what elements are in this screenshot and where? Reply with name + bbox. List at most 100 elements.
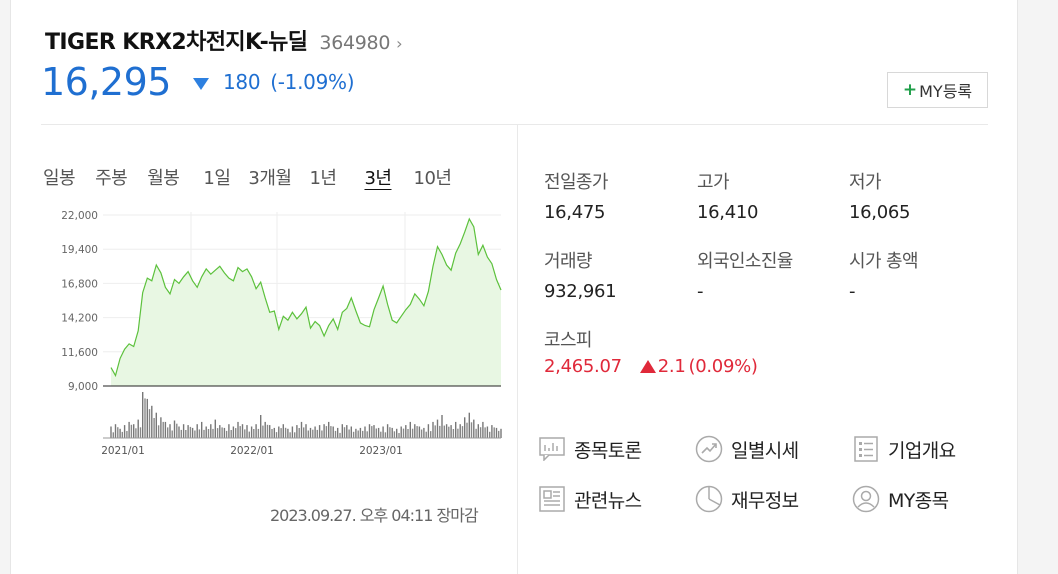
tab-monthly[interactable]: 월봉 bbox=[147, 164, 180, 190]
volume-bar bbox=[171, 430, 173, 438]
stat-low: 저가 16,065 bbox=[849, 168, 910, 223]
volume-bar bbox=[498, 430, 500, 438]
volume-bar bbox=[341, 424, 343, 438]
volume-bar bbox=[248, 431, 250, 438]
column-divider bbox=[517, 125, 518, 574]
volume-bar bbox=[459, 424, 461, 438]
volume-bar bbox=[434, 425, 436, 438]
finance-link[interactable]: 재무정보 bbox=[695, 485, 799, 513]
y-tick-label: 9,000 bbox=[68, 381, 98, 393]
my-stock-label: MY종목 bbox=[888, 489, 949, 512]
volume-bar bbox=[185, 430, 187, 438]
volume-bar bbox=[436, 419, 439, 438]
chevron-right-icon[interactable]: › bbox=[396, 34, 402, 53]
volume-bar bbox=[155, 412, 157, 438]
volume-bar bbox=[210, 424, 212, 438]
up-arrow-icon bbox=[639, 360, 656, 373]
stock-name[interactable]: TIGER KRX2차전지K-뉴딜 bbox=[45, 24, 308, 56]
volume-bar bbox=[203, 429, 205, 438]
volume-bar bbox=[176, 423, 178, 438]
volume-bar bbox=[260, 415, 262, 438]
stat-market-cap: 시가 총액 - bbox=[849, 247, 919, 302]
tab-1year[interactable]: 1년 bbox=[309, 164, 337, 190]
tab-1day[interactable]: 1일 bbox=[203, 164, 231, 190]
volume-bar bbox=[452, 429, 455, 438]
volume-bar bbox=[414, 424, 416, 438]
y-tick-label: 19,400 bbox=[61, 244, 98, 256]
stat-value: 932,961 bbox=[544, 281, 617, 302]
stat-value: 16,475 bbox=[544, 202, 606, 223]
kospi-values: 2,465.07 2.1 (0.09%) bbox=[544, 356, 758, 377]
volume-bar bbox=[239, 426, 241, 438]
volume-bar bbox=[264, 421, 266, 438]
volume-bar bbox=[235, 428, 237, 438]
volume-bar bbox=[366, 431, 368, 438]
volume-bar bbox=[230, 430, 232, 438]
volume-bar bbox=[486, 426, 489, 438]
daily-price-link[interactable]: 일별시세 bbox=[695, 435, 799, 463]
volume-bar bbox=[337, 427, 339, 438]
my-register-label: MY등록 bbox=[919, 82, 973, 101]
down-arrow-icon bbox=[192, 78, 209, 90]
volume-bar bbox=[448, 426, 450, 438]
volume-bar bbox=[271, 429, 273, 438]
stat-value: - bbox=[697, 281, 704, 302]
finance-label: 재무정보 bbox=[731, 489, 799, 512]
volume-bar bbox=[396, 428, 398, 438]
volume-bar bbox=[427, 424, 430, 438]
volume-bar bbox=[146, 398, 148, 438]
volume-bar bbox=[225, 430, 228, 438]
related-news-link[interactable]: 관련뉴스 bbox=[538, 485, 642, 513]
volume-bar bbox=[357, 430, 359, 438]
pie-icon bbox=[695, 485, 723, 513]
volume-bar bbox=[237, 421, 239, 438]
company-overview-link[interactable]: 기업개요 bbox=[852, 435, 956, 463]
volume-bar bbox=[398, 433, 400, 438]
volume-bar bbox=[255, 424, 257, 438]
volume-bar bbox=[343, 427, 346, 438]
volume-bar bbox=[169, 424, 171, 438]
volume-bar bbox=[289, 432, 291, 438]
tab-3months[interactable]: 3개월 bbox=[248, 164, 292, 190]
tab-daily[interactable]: 일봉 bbox=[43, 164, 76, 190]
volume-bar bbox=[112, 432, 114, 439]
volume-bar bbox=[443, 425, 445, 438]
stat-value: 16,410 bbox=[697, 202, 759, 223]
chart-trend-icon bbox=[695, 435, 723, 463]
tab-3years[interactable]: 3년 bbox=[364, 164, 392, 190]
stat-label: 시가 총액 bbox=[849, 251, 919, 272]
volume-bar bbox=[439, 425, 441, 438]
header-divider bbox=[41, 124, 988, 125]
my-register-button[interactable]: + MY등록 bbox=[887, 72, 988, 108]
volume-bar bbox=[493, 427, 495, 438]
stat-kospi[interactable]: 코스피 bbox=[544, 326, 592, 352]
volume-bar bbox=[187, 425, 189, 438]
volume-bar bbox=[241, 424, 244, 438]
tab-weekly[interactable]: 주봉 bbox=[95, 164, 128, 190]
volume-bar bbox=[420, 429, 423, 438]
volume-bar bbox=[296, 425, 298, 438]
volume-bar bbox=[182, 424, 185, 438]
volume-bar bbox=[212, 428, 214, 438]
volume-bar bbox=[253, 429, 255, 438]
kospi-label[interactable]: 코스피 bbox=[544, 326, 592, 352]
discussion-link[interactable]: 종목토론 bbox=[538, 435, 642, 463]
volume-bar bbox=[262, 425, 264, 438]
volume-bar bbox=[479, 427, 482, 438]
volume-bar bbox=[221, 427, 223, 438]
volume-bar bbox=[500, 428, 502, 438]
market-close-timestamp: 2023.09.27. 오후 04:11 장마감 bbox=[270, 506, 479, 525]
tab-10years[interactable]: 10년 bbox=[414, 164, 452, 190]
volume-bar bbox=[126, 431, 128, 438]
volume-bar bbox=[318, 425, 321, 438]
stat-volume: 거래량 932,961 bbox=[544, 247, 617, 302]
user-icon bbox=[852, 485, 880, 513]
price-chart[interactable]: 22,000 19,400 16,800 14,200 11,600 9,000 2021… bbox=[41, 200, 503, 456]
stat-label: 저가 bbox=[849, 172, 882, 193]
my-stock-link[interactable]: MY종목 bbox=[852, 485, 949, 513]
volume-bar bbox=[275, 432, 278, 438]
volume-bar bbox=[482, 421, 484, 438]
volume-bar bbox=[334, 430, 337, 438]
stock-code[interactable]: 364980 bbox=[319, 32, 390, 54]
volume-bar bbox=[314, 426, 316, 438]
